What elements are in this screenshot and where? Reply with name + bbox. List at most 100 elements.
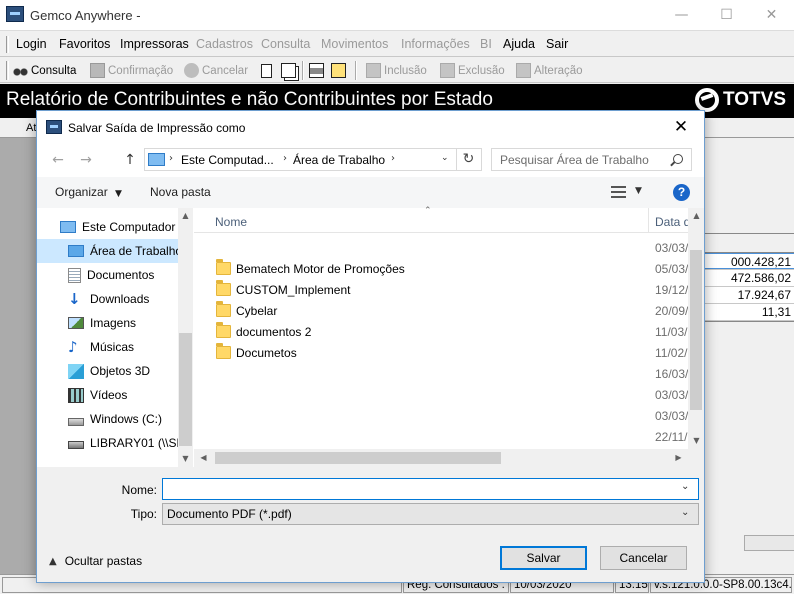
consulta-button[interactable]: Consulta bbox=[13, 61, 76, 80]
view-options-icon[interactable] bbox=[611, 186, 626, 198]
cancelar-button[interactable]: Cancelar bbox=[184, 61, 248, 80]
nav-item-videos[interactable]: Vídeos bbox=[37, 383, 178, 407]
close-icon[interactable]: ✕ bbox=[658, 111, 704, 143]
menu-cadastros[interactable]: Cadastros bbox=[196, 37, 253, 51]
scroll-left-arrow-icon[interactable]: ◀ bbox=[196, 450, 211, 466]
nav-item-documents[interactable]: Documentos bbox=[37, 263, 178, 287]
maximize-icon[interactable]: ☐ bbox=[704, 0, 749, 31]
scroll-down-arrow-icon[interactable]: ▼ bbox=[689, 433, 704, 449]
column-divider[interactable] bbox=[648, 208, 649, 233]
scroll-right-arrow-icon[interactable]: ▶ bbox=[671, 450, 686, 466]
nav-item-desktop[interactable]: Área de Trabalho bbox=[37, 239, 178, 263]
file-row[interactable]: 03/03/ bbox=[194, 238, 688, 259]
exclusao-icon bbox=[440, 63, 455, 78]
strip-label[interactable]: At bbox=[26, 122, 36, 134]
minimize-icon[interactable]: — bbox=[659, 0, 704, 31]
chevron-right-icon[interactable]: › bbox=[283, 153, 287, 164]
dialog-titlebar[interactable]: Salvar Saída de Impressão como ✕ bbox=[37, 111, 704, 144]
menu-login[interactable]: Login bbox=[16, 37, 47, 51]
file-row[interactable]: Documetos 11/02/ bbox=[194, 343, 688, 364]
grid-row[interactable]: 472.586,02 bbox=[704, 270, 794, 287]
file-date: 22/11/ bbox=[655, 430, 688, 444]
hide-folders-toggle[interactable]: ▲ Ocultar pastas bbox=[49, 554, 142, 568]
grid-row[interactable]: 17.924,67 bbox=[704, 287, 794, 304]
objects3d-icon bbox=[68, 363, 84, 379]
cancel-button[interactable]: Cancelar bbox=[600, 546, 687, 570]
menu-movimentos[interactable]: Movimentos bbox=[321, 37, 388, 51]
inclusao-button[interactable]: Inclusão bbox=[366, 61, 427, 80]
help-icon[interactable]: ? bbox=[673, 184, 690, 201]
menu-consulta[interactable]: Consulta bbox=[261, 37, 310, 51]
nav-item-pictures[interactable]: Imagens bbox=[37, 311, 178, 335]
chevron-down-icon[interactable]: ⌄ bbox=[441, 153, 449, 163]
column-date[interactable]: Data d bbox=[655, 215, 688, 229]
address-segment-desktop[interactable]: Área de Trabalho bbox=[293, 153, 385, 167]
caret-down-icon[interactable]: ▼ bbox=[635, 186, 642, 196]
nav-item-music[interactable]: ♪ Músicas bbox=[37, 335, 178, 359]
grid-row[interactable]: 000.428,21 bbox=[704, 253, 794, 270]
file-date: 05/03/ bbox=[655, 262, 688, 276]
filename-input[interactable] bbox=[162, 478, 699, 500]
file-list-hscroll-thumb[interactable] bbox=[215, 452, 501, 464]
print-preview-button[interactable] bbox=[331, 61, 349, 80]
nav-scroll-thumb[interactable] bbox=[179, 333, 192, 446]
file-name: Bematech Motor de Promoções bbox=[236, 262, 405, 276]
file-row[interactable]: Cybelar 20/09/ bbox=[194, 301, 688, 322]
up-arrow-icon[interactable]: ↑ bbox=[119, 150, 141, 170]
organize-button[interactable]: Organizar ▼ bbox=[55, 185, 122, 199]
menu-favoritos[interactable]: Favoritos bbox=[59, 37, 110, 51]
menu-informacoes[interactable]: Informações bbox=[401, 37, 470, 51]
file-list-horizontal-scrollbar[interactable]: ◀ ▶ bbox=[194, 449, 688, 467]
back-arrow-icon[interactable]: ← bbox=[47, 150, 69, 170]
nav-item-network-drive[interactable]: LIBRARY01 (\\SP bbox=[37, 431, 178, 455]
menu-ajuda[interactable]: Ajuda bbox=[503, 37, 535, 51]
file-row[interactable]: 03/03/ bbox=[194, 406, 688, 427]
grid-cell: 17.924,67 bbox=[704, 287, 794, 303]
nav-vertical-scrollbar[interactable]: ▲ ▼ bbox=[178, 208, 193, 467]
menubar-grip[interactable] bbox=[6, 36, 9, 53]
file-row[interactable]: documentos 2 11/03/ bbox=[194, 322, 688, 343]
exclusao-button[interactable]: Exclusão bbox=[440, 61, 505, 80]
print-button[interactable] bbox=[309, 61, 327, 80]
forward-arrow-icon[interactable]: → bbox=[75, 150, 97, 170]
scroll-up-arrow-icon[interactable]: ▲ bbox=[689, 208, 704, 224]
save-dialog: Salvar Saída de Impressão como ✕ ← → ↑ ›… bbox=[36, 110, 705, 583]
chevron-right-icon[interactable]: › bbox=[391, 153, 395, 164]
chevron-down-icon[interactable]: ⌄ bbox=[681, 507, 689, 518]
menu-bi[interactable]: BI bbox=[480, 37, 492, 51]
search-input[interactable] bbox=[491, 148, 692, 171]
column-name[interactable]: Nome bbox=[215, 215, 247, 229]
filetype-select[interactable]: Documento PDF (*.pdf) bbox=[162, 503, 699, 525]
chevron-down-icon[interactable]: ⌄ bbox=[681, 481, 689, 492]
nav-item-downloads[interactable]: ↓ Downloads bbox=[37, 287, 178, 311]
scroll-down-arrow-icon[interactable]: ▼ bbox=[178, 451, 193, 467]
app-close-icon[interactable]: ✕ bbox=[749, 0, 794, 31]
chevron-right-icon[interactable]: › bbox=[169, 153, 173, 164]
alteracao-button[interactable]: Alteração bbox=[516, 61, 583, 80]
scroll-up-arrow-icon[interactable]: ▲ bbox=[178, 208, 193, 224]
file-row[interactable]: 16/03/ bbox=[194, 364, 688, 385]
confirmacao-button[interactable]: Confirmação bbox=[90, 61, 173, 80]
grid-horizontal-scrollbar[interactable]: ▶ bbox=[744, 535, 794, 551]
file-row[interactable]: 03/03/ bbox=[194, 385, 688, 406]
address-bar[interactable]: › Este Computad... › Área de Trabalho › … bbox=[144, 148, 482, 171]
toolbar-grip[interactable] bbox=[6, 61, 9, 80]
menu-sair[interactable]: Sair bbox=[546, 37, 568, 51]
address-segment-computer[interactable]: Este Computad... bbox=[181, 153, 274, 167]
nav-item-3d-objects[interactable]: Objetos 3D bbox=[37, 359, 178, 383]
search-icon[interactable] bbox=[673, 154, 683, 164]
refresh-icon[interactable]: ↻ bbox=[456, 149, 480, 170]
nav-item-computer[interactable]: Este Computador bbox=[37, 215, 178, 239]
menu-impressoras[interactable]: Impressoras bbox=[120, 37, 189, 51]
grid-row[interactable]: 11,31 bbox=[704, 304, 794, 321]
file-row[interactable]: 22/11/ bbox=[194, 427, 688, 448]
copy-document-button[interactable] bbox=[281, 61, 299, 80]
file-list-vertical-scrollbar[interactable]: ▲ ▼ bbox=[688, 208, 704, 467]
new-document-button[interactable] bbox=[261, 61, 275, 80]
save-button[interactable]: Salvar bbox=[500, 546, 587, 570]
nav-item-drive-c[interactable]: Windows (C:) bbox=[37, 407, 178, 431]
file-row[interactable]: CUSTOM_Implement 19/12/ bbox=[194, 280, 688, 301]
file-row[interactable]: Bematech Motor de Promoções 05/03/ bbox=[194, 259, 688, 280]
new-folder-button[interactable]: Nova pasta bbox=[150, 185, 211, 199]
file-list-scroll-thumb[interactable] bbox=[690, 250, 702, 410]
